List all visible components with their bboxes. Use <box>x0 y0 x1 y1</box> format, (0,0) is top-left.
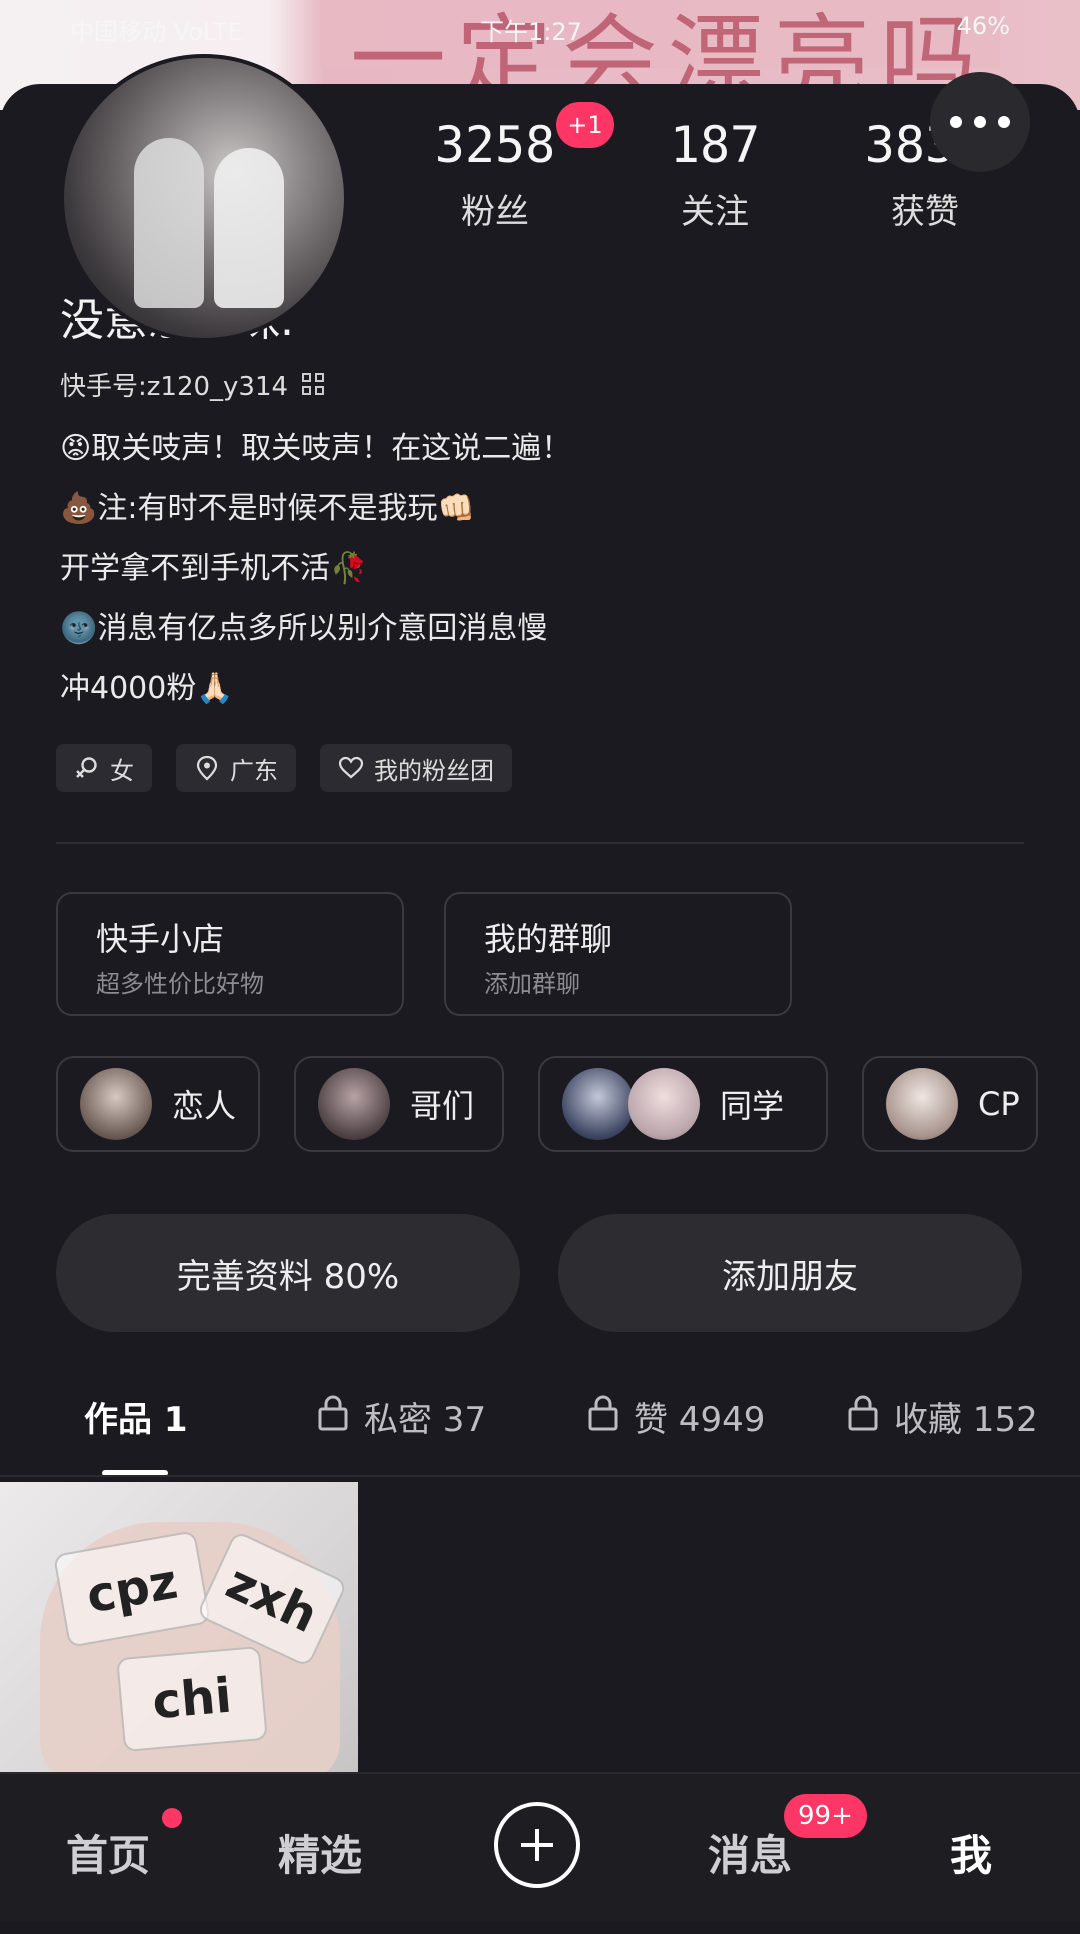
friend-group-label: 恋人 <box>172 1087 237 1125</box>
home-notification-dot <box>162 1808 182 1828</box>
nav-messages[interactable]: 消息 <box>708 1822 792 1883</box>
bio-line: 💩注:有时不是时候不是我玩👊🏻 <box>60 491 475 526</box>
qr-code-icon[interactable] <box>302 372 326 397</box>
tag-location: 广东 <box>176 744 296 792</box>
stat-following[interactable]: 187 关注 <box>625 116 805 233</box>
female-icon <box>76 757 97 778</box>
stat-label: 粉丝 <box>461 192 529 232</box>
battery-level: 46% <box>956 12 1010 40</box>
add-friend-button[interactable]: 添加朋友 <box>558 1214 1022 1332</box>
bio-line: 🌚消息有亿点多所以别介意回消息慢 <box>60 611 548 646</box>
tab-label: 收藏 152 <box>894 1400 1038 1440</box>
tag-fan-group[interactable]: 我的粉丝团 <box>320 744 512 792</box>
nav-home[interactable]: 首页 <box>66 1822 150 1883</box>
tab-likes[interactable]: 赞 4949 <box>586 1392 765 1441</box>
bio-line: 😡取关吱声！取关吱声！在这说二遍！ <box>60 431 572 466</box>
more-dot-icon <box>998 116 1010 128</box>
friend-avatar <box>562 1068 634 1140</box>
friend-group-buddies[interactable]: 哥们 <box>294 1056 504 1152</box>
create-post-button[interactable] <box>494 1802 580 1888</box>
avatar-figure <box>134 138 204 308</box>
avatar-figure <box>214 148 284 308</box>
tab-favorites[interactable]: 收藏 152 <box>846 1392 1038 1441</box>
clock: 下午1:27 <box>480 18 582 46</box>
kuaishou-shop-card[interactable]: 快手小店 超多性价比好物 <box>56 892 404 1016</box>
carrier-label: 中国移动 VoLTE <box>70 18 243 46</box>
friend-avatar <box>318 1068 390 1140</box>
tab-works[interactable]: 作品 1 <box>84 1392 188 1441</box>
tab-label: 作品 1 <box>84 1400 188 1440</box>
group-chat-subtitle: 添加群聊 <box>484 970 580 998</box>
friend-avatar <box>886 1068 958 1140</box>
tab-private[interactable]: 私密 37 <box>316 1392 486 1441</box>
bio-line: 冲4000粉🙏🏻 <box>60 671 234 706</box>
group-chat-card[interactable]: 我的群聊 添加群聊 <box>444 892 792 1016</box>
friend-avatar <box>80 1068 152 1140</box>
shop-title: 快手小店 <box>96 920 225 958</box>
location-pin-icon <box>196 755 218 781</box>
nav-me[interactable]: 我 <box>950 1822 992 1883</box>
avatar[interactable] <box>60 54 348 342</box>
content-tabs: 作品 1 私密 37 赞 4949 收藏 152 <box>0 1370 1080 1480</box>
lock-icon <box>846 1393 880 1440</box>
stat-label: 关注 <box>681 192 749 232</box>
stat-value: 187 <box>669 116 761 174</box>
friend-avatar <box>628 1068 700 1140</box>
tab-label: 私密 37 <box>364 1400 487 1440</box>
new-fans-badge: +1 <box>556 102 614 148</box>
more-options-button[interactable] <box>930 72 1030 172</box>
friend-group-label: 哥们 <box>410 1087 475 1125</box>
kuaishou-id[interactable]: 快手号:z120_y314 <box>60 366 326 403</box>
friend-group-label: 同学 <box>720 1087 785 1125</box>
complete-profile-button[interactable]: 完善资料 80% <box>56 1214 520 1332</box>
friend-group-lover[interactable]: 恋人 <box>56 1056 260 1152</box>
tag-gender: 女 <box>56 744 152 792</box>
more-dot-icon <box>950 116 962 128</box>
tag-label: 广东 <box>230 756 278 785</box>
friend-group-classmates[interactable]: 同学 <box>538 1056 828 1152</box>
kuaishou-id-text: 快手号:z120_y314 <box>60 372 289 402</box>
group-chat-title: 我的群聊 <box>484 920 613 958</box>
nav-featured[interactable]: 精选 <box>278 1822 362 1883</box>
heart-icon <box>338 756 364 779</box>
more-dot-icon <box>974 116 986 128</box>
friend-group-cp[interactable]: CP <box>862 1056 1038 1152</box>
bio-line: 开学拿不到手机不活🥀 <box>60 551 368 586</box>
messages-badge: 99+ <box>784 1794 867 1838</box>
friend-group-label: CP <box>978 1085 1020 1123</box>
tag-label: 女 <box>110 756 134 785</box>
profile-tags: 女 广东 我的粉丝团 <box>56 744 512 792</box>
bio: 😡取关吱声！取关吱声！在这说二遍！ 💩注:有时不是时候不是我玩👊🏻 开学拿不到手… <box>60 419 1020 719</box>
tag-label: 我的粉丝团 <box>374 756 494 785</box>
lock-icon <box>586 1393 620 1440</box>
stat-label: 获赞 <box>891 192 959 232</box>
status-bar: 中国移动 VoLTE 下午1:27 46% <box>0 0 1080 56</box>
divider <box>56 842 1024 844</box>
work-thumbnail[interactable]: cpz zxh chi <box>0 1482 358 1772</box>
bottom-navigation: 首页 精选 消息 99+ 我 <box>0 1772 1080 1922</box>
lock-icon <box>316 1393 350 1440</box>
thumbnail-word: chi <box>116 1645 268 1753</box>
tab-label: 赞 4949 <box>634 1400 766 1440</box>
tabs-divider <box>0 1475 1080 1477</box>
shop-subtitle: 超多性价比好物 <box>96 970 264 998</box>
